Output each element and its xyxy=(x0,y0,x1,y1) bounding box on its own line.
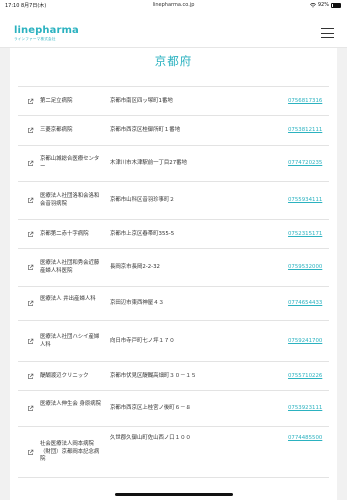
hospital-address: 京都市西京区桂御所町１番地 xyxy=(110,127,181,133)
hospital-name: 醍醐渡辺クリニック xyxy=(40,373,89,379)
hospital-row: 三菱京都病院 京都市西京区桂御所町１番地 0753812111 xyxy=(18,115,329,145)
logo-subtext: ラインファーマ株式会社 xyxy=(14,37,56,41)
hospital-address: 京都市山科区音羽珍事町２ xyxy=(110,197,175,203)
hospital-name: 京都山城総合医療センター xyxy=(40,156,100,170)
external-link-icon[interactable] xyxy=(27,373,34,380)
battery-icon xyxy=(331,2,341,8)
hospital-phone-link[interactable]: 0759241700 xyxy=(288,338,322,346)
hospital-address: 京都市上京区春帯町355-5 xyxy=(110,231,175,237)
external-link-icon[interactable] xyxy=(27,405,34,412)
hospital-name: 医療法人社団ハシイ産婦人科 xyxy=(40,334,100,348)
hospital-row: 社会医療法人岡本病院（財団）京都岡本記念病院 久世郡久御山町佐山西ノ口１００ 077… xyxy=(18,426,329,478)
hospital-phone-link[interactable]: 0774654433 xyxy=(288,300,322,308)
content-card: 京都府 第二足立病院 京都市南区四ッ塚町1番地 0756817316 三菱京都病院 京都… xyxy=(10,48,337,500)
menu-icon[interactable] xyxy=(321,28,334,38)
external-link-icon[interactable] xyxy=(27,449,34,456)
site-header: linepharma ラインファーマ株式会社 xyxy=(0,11,347,48)
external-link-icon[interactable] xyxy=(27,300,34,307)
hospital-row: 医療法人伸生会 身原病院京都市西京区上桂宮ノ後町６－８ 0753923111 xyxy=(18,390,329,426)
hospital-phone-link[interactable]: 0774485500 xyxy=(288,435,322,443)
hospital-name: 医療法人社団和秀会近藤産婦人科医院 xyxy=(40,260,100,274)
hospital-name: 社会医療法人岡本病院（財団）京都岡本記念病院 xyxy=(40,441,100,462)
status-right: 92% xyxy=(309,2,341,8)
hospital-row: 医療法人 井出産婦人科京田辺市東西神屋４３ 0774654433 xyxy=(18,286,329,320)
hospital-phone-link[interactable]: 0755934111 xyxy=(288,197,322,205)
hospital-address: 京都市西京区上桂宮ノ後町６－８ xyxy=(110,405,191,411)
hospital-name: 医療法人伸生会 身原病院 xyxy=(40,401,102,407)
status-bar: 17:10 8月7日(木) linepharma.co.jp 92% xyxy=(0,0,347,11)
hospital-row: 醍醐渡辺クリニック 京都市伏見区醍醐高畑町３０－１５ 0755710226 xyxy=(18,361,329,390)
hospital-row: 医療法人社団和秀会近藤産婦人科医院 長岡京市長岡2-2-32 0759532000 xyxy=(18,248,329,286)
hospital-address: 京都市南区四ッ塚町1番地 xyxy=(110,98,173,104)
hospital-name: 第二足立病院 xyxy=(40,98,73,104)
hospital-address: 京都市伏見区醍醐高畑町３０－１５ xyxy=(110,373,197,379)
hospital-address: 木津川市木津駅前一丁目27番地 xyxy=(110,160,187,166)
hospital-row: 京都山城総合医療センター 木津川市木津駅前一丁目27番地 0774720235 xyxy=(18,145,329,181)
external-link-icon[interactable] xyxy=(27,98,34,105)
hospital-phone-link[interactable]: 0753812111 xyxy=(288,127,322,135)
external-link-icon[interactable] xyxy=(27,264,34,271)
hospital-row: 医療法人社団洛和会洛和会音羽病院 京都市山科区音羽珍事町２ 0755934111 xyxy=(18,181,329,219)
hospital-row: 医療法人社団ハシイ産婦人科 向日市寺戸町七ノ坪１７０ 0759241700 xyxy=(18,320,329,361)
logo-text: linepharma xyxy=(14,25,79,36)
hospital-phone-link[interactable]: 0752315171 xyxy=(288,231,322,239)
site-logo[interactable]: linepharma ラインファーマ株式会社 xyxy=(14,25,79,42)
hospital-phone-link[interactable]: 0755710226 xyxy=(288,373,322,381)
hospital-row: 第二足立病院 京都市南区四ッ塚町1番地 0756817316 xyxy=(18,86,329,115)
external-link-icon[interactable] xyxy=(27,197,34,204)
home-indicator xyxy=(115,493,233,496)
external-link-icon[interactable] xyxy=(27,338,34,345)
hospital-name: 医療法人社団洛和会洛和会音羽病院 xyxy=(40,193,100,207)
external-link-icon[interactable] xyxy=(27,160,34,167)
hospital-phone-link[interactable]: 0774720235 xyxy=(288,160,322,168)
external-link-icon[interactable] xyxy=(27,127,34,134)
external-link-icon[interactable] xyxy=(27,231,34,238)
hospital-row: 京都第二赤十字病院 京都市上京区春帯町355-5 0752315171 xyxy=(18,219,329,248)
hospital-name: 医療法人 井出産婦人科 xyxy=(40,296,96,302)
hospital-phone-link[interactable]: 0753923111 xyxy=(288,405,322,413)
hospital-phone-link[interactable]: 0759532000 xyxy=(288,264,322,272)
hospital-phone-link[interactable]: 0756817316 xyxy=(288,98,322,106)
hospital-address: 長岡京市長岡2-2-32 xyxy=(110,264,160,270)
hospital-name: 京都第二赤十字病院 xyxy=(40,231,89,237)
page-title: 京都府 xyxy=(154,54,193,68)
address-bar-url[interactable]: linepharma.co.jp xyxy=(0,2,347,8)
battery-percent: 92% xyxy=(317,2,329,8)
hospital-address: 向日市寺戸町七ノ坪１７０ xyxy=(110,338,175,344)
hospital-list: 第二足立病院 京都市南区四ッ塚町1番地 0756817316 三菱京都病院 京都市西京区… xyxy=(18,86,329,478)
hospital-address: 久世郡久御山町佐山西ノ口１００ xyxy=(110,435,191,441)
hospital-address: 京田辺市東西神屋４３ xyxy=(110,300,164,306)
wifi-icon xyxy=(309,2,316,7)
hospital-name: 三菱京都病院 xyxy=(40,127,73,133)
